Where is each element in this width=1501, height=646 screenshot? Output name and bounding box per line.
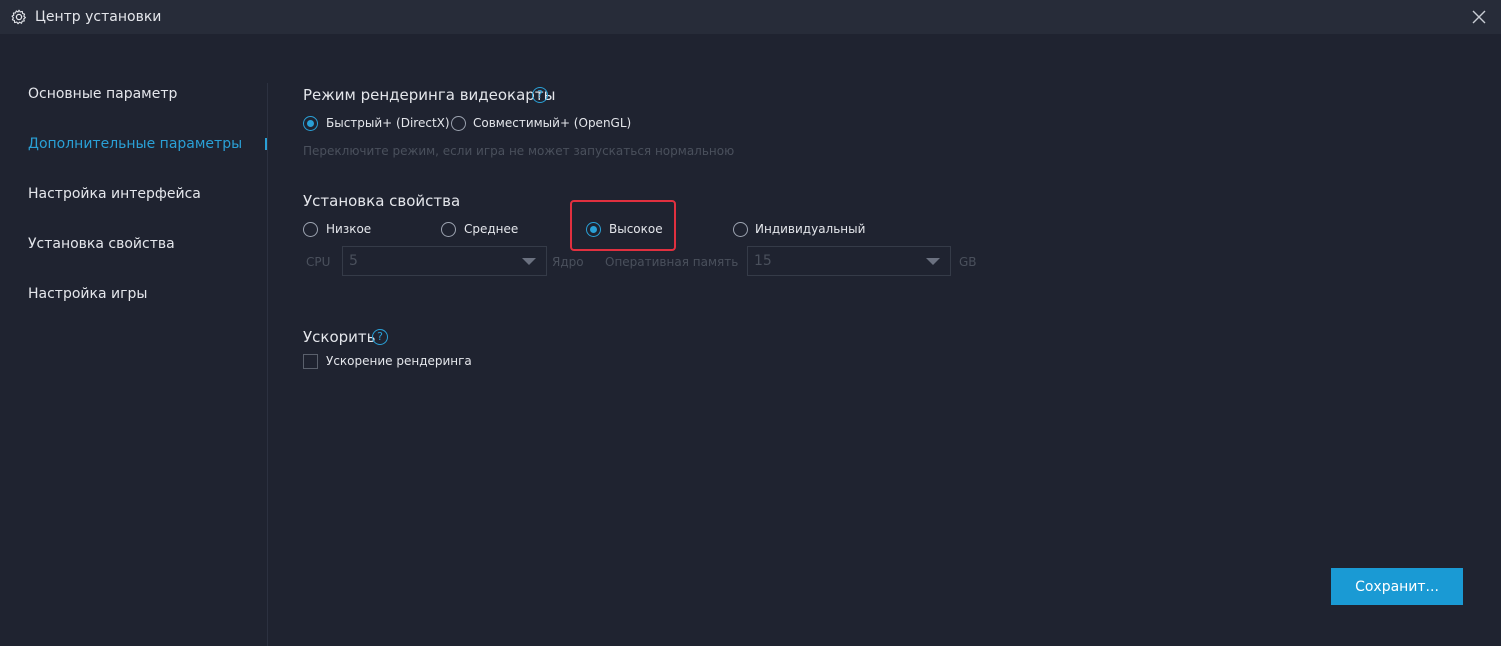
chevron-down-icon xyxy=(522,258,536,265)
render-mode-hint: Переключите режим, если игра не может за… xyxy=(303,144,735,158)
radio-low[interactable] xyxy=(303,222,318,237)
memory-select[interactable]: 15 xyxy=(747,246,951,276)
radio-directx-label[interactable]: Быстрый+ (DirectX) xyxy=(326,116,450,130)
radio-opengl[interactable] xyxy=(451,116,466,131)
cpu-select-value: 5 xyxy=(349,253,358,269)
window-title: Центр установки xyxy=(35,9,162,25)
radio-medium[interactable] xyxy=(441,222,456,237)
question-icon[interactable]: ? xyxy=(372,329,388,345)
cpu-label: CPU xyxy=(306,255,331,269)
render-mode-title: Режим рендеринга видеокарты xyxy=(303,86,556,104)
radio-low-label[interactable]: Низкое xyxy=(326,222,371,236)
save-button[interactable]: Сохранит... xyxy=(1331,568,1463,605)
performance-title: Установка свойства xyxy=(303,192,461,210)
gear-icon xyxy=(11,9,26,25)
radio-opengl-label[interactable]: Совместимый+ (OpenGL) xyxy=(473,116,631,130)
title-bar: Центр установки xyxy=(0,0,1501,34)
cpu-unit: Ядро xyxy=(552,255,584,269)
sidebar-item-performance[interactable]: Установка свойства xyxy=(28,236,175,252)
close-icon[interactable] xyxy=(1471,9,1487,25)
question-icon[interactable]: ? xyxy=(532,87,548,103)
highlight-annotation xyxy=(570,200,676,251)
memory-select-value: 15 xyxy=(754,253,772,269)
accelerate-title: Ускорить xyxy=(303,328,376,346)
radio-custom-label[interactable]: Индивидуальный xyxy=(755,222,865,236)
sidebar xyxy=(0,34,268,646)
cpu-select[interactable]: 5 xyxy=(342,246,547,276)
sidebar-item-game[interactable]: Настройка игры xyxy=(28,286,147,302)
radio-directx[interactable] xyxy=(303,116,318,131)
radio-custom[interactable] xyxy=(733,222,748,237)
sidebar-divider xyxy=(267,83,268,646)
chevron-down-icon xyxy=(926,258,940,265)
render-acceleration-checkbox[interactable] xyxy=(303,354,318,369)
render-acceleration-label[interactable]: Ускорение рендеринга xyxy=(326,354,472,368)
sidebar-active-marker xyxy=(265,138,267,150)
sidebar-item-basic[interactable]: Основные параметр xyxy=(28,86,177,102)
memory-label: Оперативная память xyxy=(605,255,739,269)
radio-medium-label[interactable]: Среднее xyxy=(464,222,518,236)
sidebar-item-interface[interactable]: Настройка интерфейса xyxy=(28,186,201,202)
sidebar-item-advanced[interactable]: Дополнительные параметры xyxy=(28,136,242,152)
memory-unit: GB xyxy=(959,255,977,269)
